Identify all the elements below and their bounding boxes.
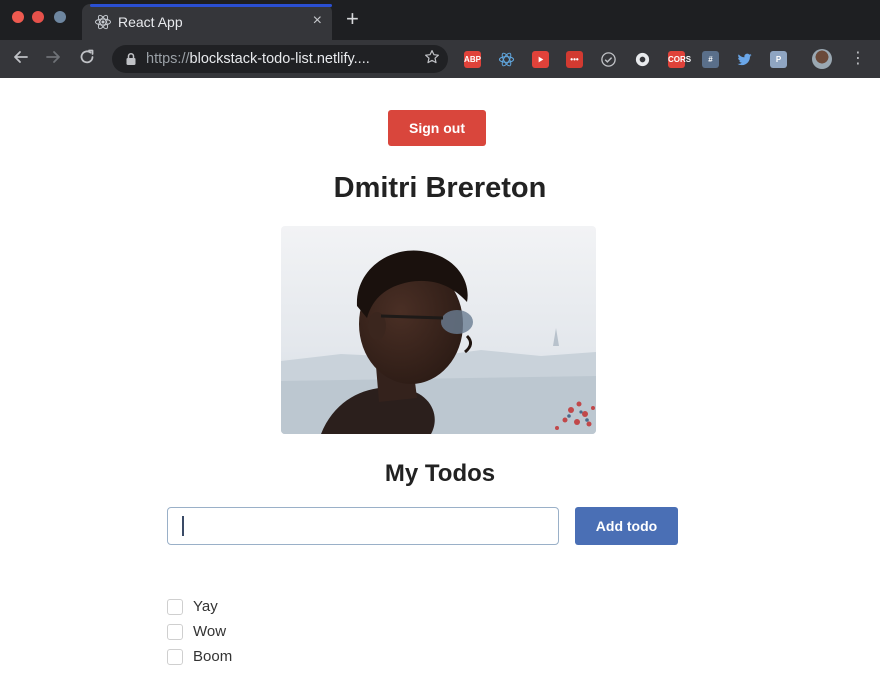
react-favicon-icon (95, 14, 111, 30)
ext-dots-icon[interactable]: ••• (566, 51, 583, 68)
text-caret (182, 516, 184, 536)
todo-checkbox[interactable] (167, 648, 183, 665)
todo-item: Boom (166, 644, 232, 669)
user-name-heading: Dmitri Brereton (333, 172, 547, 204)
tab-title: React App (118, 14, 183, 30)
todo-item: Wow (166, 619, 232, 644)
sign-out-button[interactable]: Sign out (388, 110, 486, 146)
url-text: https://blockstack-todo-list.netlify.... (146, 51, 370, 67)
todo-list: Yay Wow Boom (166, 594, 232, 669)
blue-ext-icon[interactable] (634, 51, 651, 68)
reload-icon[interactable] (78, 48, 96, 66)
tab-react-app[interactable]: React App × (82, 4, 332, 40)
url-host: blockstack-todo-list.netlify.... (189, 51, 370, 67)
todos-heading: My Todos (384, 460, 496, 487)
react-devtools-icon[interactable] (498, 51, 515, 68)
profile-photo-image (281, 226, 596, 434)
browser-toolbar: https://blockstack-todo-list.netlify....… (0, 40, 880, 78)
todo-item: Yay (166, 594, 232, 619)
todo-text: Yay (193, 598, 218, 615)
check-ext-icon[interactable] (600, 51, 617, 68)
lock-icon (126, 52, 136, 65)
browser-menu-icon[interactable]: ⋮ (850, 48, 866, 68)
window-close-button[interactable] (12, 11, 24, 23)
window-maximize-button[interactable] (54, 11, 66, 23)
twitter-icon[interactable] (736, 51, 753, 68)
bookmark-star-icon[interactable] (424, 49, 440, 65)
tab-accent-bar (90, 4, 332, 7)
adblock-icon[interactable]: ABP (464, 51, 481, 68)
todo-checkbox[interactable] (167, 623, 183, 640)
add-todo-button[interactable]: Add todo (575, 507, 678, 545)
todo-text: Wow (193, 623, 227, 640)
todo-text: Boom (193, 648, 233, 665)
window-minimize-button[interactable] (32, 11, 44, 23)
url-scheme: https:// (146, 51, 190, 67)
todo-checkbox[interactable] (167, 598, 183, 615)
p-ext-icon[interactable]: P (770, 51, 787, 68)
profile-photo (281, 226, 596, 434)
youtube-ext-icon[interactable] (532, 51, 549, 68)
new-tab-icon[interactable]: + (346, 6, 359, 32)
forward-arrow-icon[interactable] (44, 48, 62, 66)
tab-close-icon[interactable]: × (313, 12, 322, 30)
profile-avatar[interactable] (812, 49, 832, 69)
cors-ext-icon[interactable]: CORS (668, 51, 691, 68)
tab-bar: React App × + (0, 0, 880, 40)
address-bar[interactable]: https://blockstack-todo-list.netlify.... (112, 45, 448, 73)
hashtag-ext-icon[interactable]: # (702, 51, 719, 68)
back-arrow-icon[interactable] (12, 48, 30, 66)
todo-input[interactable] (167, 507, 559, 545)
